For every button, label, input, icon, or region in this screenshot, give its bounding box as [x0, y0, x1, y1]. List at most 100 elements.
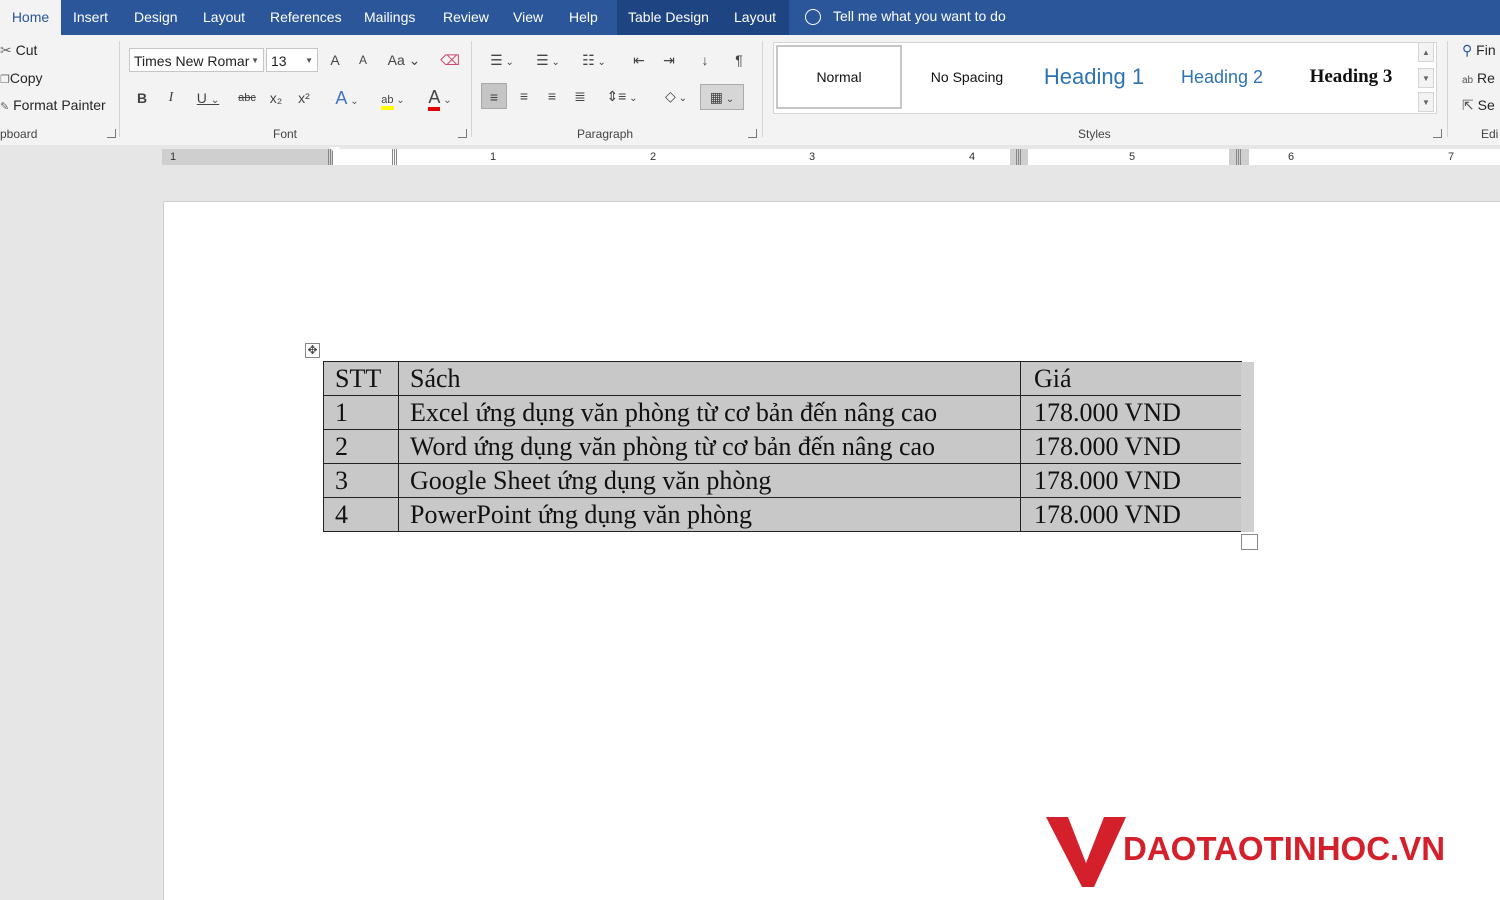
gallery-down-icon[interactable]: ▼	[1418, 68, 1434, 88]
table-header-cell[interactable]: Sách	[398, 361, 1021, 396]
format-painter-button[interactable]: ✎ Format Painter	[0, 97, 106, 113]
table-cell[interactable]: 178.000 VND	[1020, 429, 1242, 464]
italic-button[interactable]: I	[163, 88, 179, 108]
font-size-combo[interactable]: 13 ▼	[266, 48, 318, 72]
ruler-column-marker[interactable]	[1236, 149, 1242, 165]
gallery-up-icon[interactable]: ▲	[1418, 42, 1434, 62]
grow-font-glyph: A	[330, 52, 340, 68]
table-cell[interactable]: 4	[323, 497, 399, 532]
table-move-handle-icon[interactable]: ✥	[305, 343, 320, 358]
change-case-icon[interactable]: Aa ⌄	[387, 50, 421, 70]
strikethrough-button[interactable]: abc	[236, 88, 258, 108]
find-button[interactable]: ⚲ Fin	[1462, 42, 1496, 59]
hanging-indent-marker[interactable]	[380, 158, 390, 165]
align-right-icon[interactable]: ≡	[541, 86, 563, 106]
style-heading-3[interactable]: Heading 3	[1286, 45, 1416, 109]
find-label: Fin	[1476, 42, 1496, 58]
numbering-icon[interactable]: ☰ ⌄	[530, 50, 566, 73]
font-name-combo[interactable]: Times New Romar ▼	[129, 48, 264, 72]
tab-design[interactable]: Design	[134, 0, 178, 35]
change-case-glyph: Aa	[387, 52, 405, 68]
tab-home[interactable]: Home	[0, 0, 61, 35]
paragraph-launcher-icon[interactable]	[748, 129, 757, 138]
format-painter-label: Format Painter	[13, 97, 106, 113]
table-cell[interactable]: 2	[323, 429, 399, 464]
subscript-button[interactable]: x₂	[266, 88, 286, 108]
first-line-indent-marker[interactable]	[330, 147, 340, 154]
decrease-indent-icon[interactable]: ⇤	[628, 50, 650, 70]
styles-launcher-icon[interactable]	[1433, 129, 1442, 138]
table-cell[interactable]: 178.000 VND	[1020, 395, 1242, 430]
editing-group-label: Edi	[1481, 127, 1499, 141]
ribbon: ✂ Cut ❐Copy ✎ Format Painter pboard Time…	[0, 35, 1500, 146]
gallery-more-icon[interactable]: ▼	[1418, 92, 1434, 112]
align-left-icon[interactable]: ≡	[481, 83, 507, 109]
select-button[interactable]: ⇱ Se	[1462, 97, 1495, 114]
superscript-button[interactable]: x²	[294, 88, 314, 108]
style-heading-2[interactable]: Heading 2	[1164, 45, 1280, 109]
tab-mailings[interactable]: Mailings	[364, 0, 415, 35]
clipboard-launcher-icon[interactable]	[107, 129, 116, 138]
borders-icon[interactable]: ▦ ⌄	[700, 84, 744, 110]
ruler-number: 2	[650, 151, 657, 163]
table-row: 1 Excel ứng dụng văn phòng từ cơ bản đến…	[323, 395, 1242, 430]
logo-v-icon	[1046, 817, 1126, 887]
align-center-icon[interactable]: ≡	[513, 86, 535, 106]
brush-icon: ✎	[0, 101, 10, 113]
show-marks-icon[interactable]: ¶	[728, 50, 750, 70]
ruler-number: 3	[809, 151, 816, 163]
ruler-column-marker[interactable]	[1016, 149, 1022, 165]
table-cell[interactable]: Word ứng dụng văn phòng từ cơ bản đến nâ…	[398, 429, 1021, 464]
tab-view[interactable]: View	[513, 0, 543, 35]
multilevel-list-icon[interactable]: ☷ ⌄	[576, 50, 612, 73]
table-cell[interactable]: Excel ứng dụng văn phòng từ cơ bản đến n…	[398, 395, 1021, 430]
style-no-spacing[interactable]: No Spacing	[908, 45, 1026, 109]
copy-button[interactable]: ❐Copy	[0, 70, 43, 86]
tab-table-layout[interactable]: Layout	[734, 0, 776, 35]
horizontal-ruler[interactable]: 1 1 2 3 4 5 6 7	[162, 147, 1500, 165]
shrink-font-icon[interactable]: A	[355, 50, 371, 70]
font-launcher-icon[interactable]	[458, 129, 467, 138]
tab-table-design[interactable]: Table Design	[628, 0, 709, 35]
table-resize-handle[interactable]	[1241, 534, 1258, 550]
style-normal[interactable]: Normal	[776, 45, 902, 109]
sort-icon[interactable]: ↓	[694, 50, 716, 70]
table-cell[interactable]: PowerPoint ứng dụng văn phòng	[398, 497, 1021, 532]
tell-me-box[interactable]: Tell me what you want to do	[805, 0, 1006, 35]
table-cell[interactable]: 178.000 VND	[1020, 497, 1242, 532]
grow-font-icon[interactable]: A	[327, 50, 343, 70]
font-color-button[interactable]: A ⌄	[420, 87, 460, 111]
ruler-column-marker[interactable]	[392, 149, 398, 165]
table-cell[interactable]: 3	[323, 463, 399, 498]
tab-references[interactable]: References	[270, 0, 342, 35]
row-end-marks	[1241, 362, 1254, 532]
clear-formatting-icon[interactable]: ⌫	[440, 50, 460, 70]
document-table[interactable]: STT Sách Giá 1 Excel ứng dụng văn phòng …	[323, 361, 1242, 532]
bold-button[interactable]: B	[134, 88, 150, 108]
table-cell[interactable]: 178.000 VND	[1020, 463, 1242, 498]
tab-help[interactable]: Help	[569, 0, 598, 35]
table-cell[interactable]: Google Sheet ứng dụng văn phòng	[398, 463, 1021, 498]
table-cell[interactable]: 1	[323, 395, 399, 430]
tab-review[interactable]: Review	[443, 0, 489, 35]
document-page[interactable]	[163, 201, 1500, 900]
style-heading-1[interactable]: Heading 1	[1034, 45, 1154, 109]
table-header-cell[interactable]: STT	[323, 361, 399, 396]
sort-glyph: ↓	[701, 52, 709, 68]
highlight-color-button[interactable]: ab ⌄	[373, 88, 413, 111]
copy-label: Copy	[9, 70, 43, 86]
tab-insert[interactable]: Insert	[73, 0, 108, 35]
shading-icon[interactable]: ◇ ⌄	[656, 86, 696, 109]
text-effects-icon[interactable]: A ⌄	[330, 88, 364, 112]
bullets-icon[interactable]: ☰ ⌄	[484, 50, 520, 73]
group-divider	[1447, 41, 1448, 137]
replace-button[interactable]: ab Re	[1462, 70, 1495, 86]
increase-indent-icon[interactable]: ⇥	[658, 50, 680, 70]
cut-button[interactable]: ✂ Cut	[0, 42, 37, 59]
tab-layout[interactable]: Layout	[203, 0, 245, 35]
table-header-cell[interactable]: Giá	[1020, 361, 1242, 396]
underline-button[interactable]: U ⌄	[190, 88, 226, 111]
line-spacing-icon[interactable]: ⇕≡ ⌄	[603, 86, 641, 109]
justify-icon[interactable]: ≣	[569, 86, 591, 106]
ruler-number: 5	[1129, 151, 1136, 163]
